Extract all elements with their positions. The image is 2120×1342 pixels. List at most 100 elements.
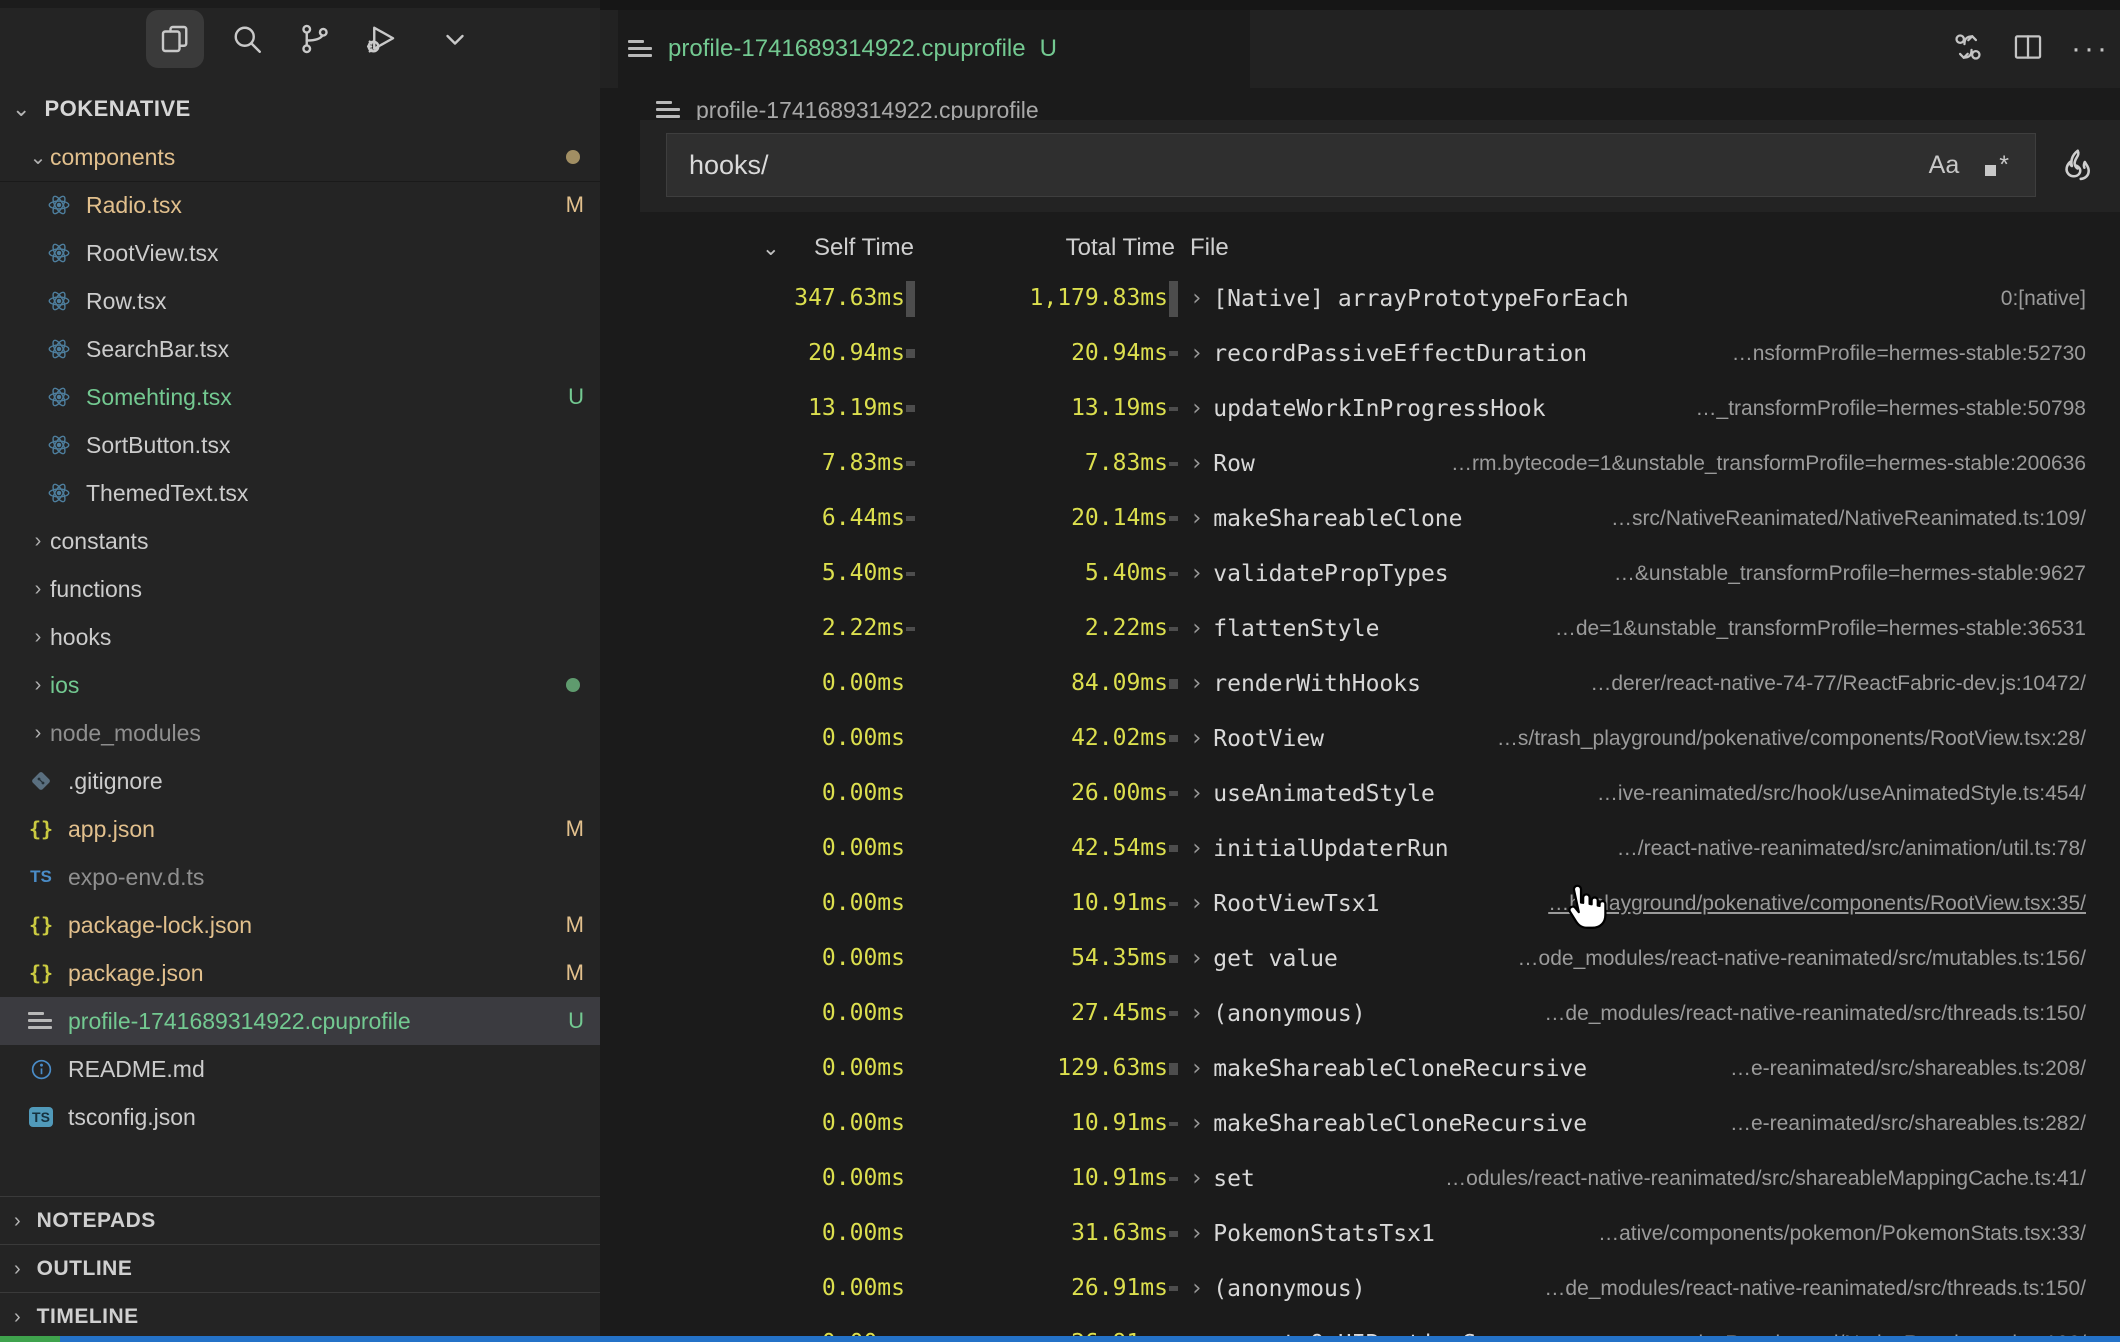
file-location-link[interactable]: …ode_modules/react-native-reanimated/src… — [1488, 947, 2086, 971]
column-self-time[interactable]: Self Time — [600, 234, 914, 262]
file-location-link[interactable]: …src/NativeReanimated/NativeReanimated.t… — [1581, 507, 2086, 531]
file-location-link[interactable]: 0:[native] — [1971, 287, 2086, 311]
file-item-package-json[interactable]: {}package.jsonM — [0, 949, 600, 997]
time-gauge-bar — [906, 461, 915, 466]
file-item-row-tsx[interactable]: Row.tsx — [0, 277, 600, 325]
profile-row[interactable]: 20.94ms20.94ms›recordPassiveEffectDurati… — [600, 326, 2120, 381]
tab-cpuprofile[interactable]: profile-1741689314922.cpuprofile U — [618, 10, 1250, 88]
chevron-right-icon[interactable]: › — [1190, 1111, 1203, 1136]
profile-row[interactable]: 347.63ms1,179.83ms›[Native] arrayPrototy… — [600, 271, 2120, 326]
chevron-right-icon[interactable]: › — [1190, 671, 1203, 696]
chevron-right-icon[interactable]: › — [1190, 396, 1203, 421]
profile-row[interactable]: 0.00ms10.91ms›RootViewTsx1…h_playground/… — [600, 876, 2120, 931]
column-file[interactable]: File — [1190, 234, 1229, 262]
file-location-link[interactable]: …s/trash_playground/pokenative/component… — [1467, 727, 2086, 751]
file-item-profile-1741689314922-cpuprofile[interactable]: profile-1741689314922.cpuprofileU — [0, 997, 600, 1045]
chevron-right-icon[interactable]: › — [1190, 836, 1203, 861]
profile-row[interactable]: 13.19ms13.19ms›updateWorkInProgressHook…… — [600, 381, 2120, 436]
profile-row[interactable]: 0.00ms129.63ms›makeShareableCloneRecursi… — [600, 1041, 2120, 1096]
file-item-sortbutton-tsx[interactable]: SortButton.tsx — [0, 421, 600, 469]
file-item-themedtext-tsx[interactable]: ThemedText.tsx — [0, 469, 600, 517]
explorer-root-header[interactable]: ⌄ POKENATIVE — [0, 84, 600, 133]
file-location-link[interactable]: …/react-native-reanimated/src/animation/… — [1587, 837, 2086, 861]
profile-row[interactable]: 5.40ms5.40ms›validatePropTypes…&unstable… — [600, 546, 2120, 601]
chevron-right-icon[interactable]: › — [1190, 946, 1203, 971]
profile-row[interactable]: 6.44ms20.14ms›makeShareableClone…src/Nat… — [600, 491, 2120, 546]
match-case-button[interactable]: Aa — [1929, 151, 1960, 180]
file-location-link[interactable]: …nsformProfile=hermes-stable:52730 — [1702, 342, 2086, 366]
file-item-searchbar-tsx[interactable]: SearchBar.tsx — [0, 325, 600, 373]
chevron-right-icon[interactable]: › — [1190, 286, 1203, 311]
profile-row[interactable]: 0.00ms10.91ms›set…odules/react-native-re… — [600, 1151, 2120, 1206]
folder-item-hooks[interactable]: ›hooks — [0, 613, 600, 661]
chevron-right-icon[interactable]: › — [1190, 781, 1203, 806]
explorer-icon[interactable] — [146, 10, 204, 68]
source-control-icon[interactable] — [286, 10, 344, 68]
section-notepads[interactable]: ›NOTEPADS — [0, 1196, 600, 1245]
file-location-link[interactable]: …rm.bytecode=1&unstable_transformProfile… — [1421, 452, 2086, 476]
file-location-link[interactable]: …&unstable_transformProfile=hermes-stabl… — [1584, 562, 2086, 586]
chevron-right-icon[interactable]: › — [1190, 1056, 1203, 1081]
folder-item-node-modules[interactable]: ›node_modules — [0, 709, 600, 757]
chevron-right-icon[interactable]: › — [1190, 616, 1203, 641]
chevron-right-icon[interactable]: › — [1190, 891, 1203, 916]
section-outline[interactable]: ›OUTLINE — [0, 1244, 600, 1293]
file-location-link[interactable]: …e-reanimated/src/shareables.ts:282/ — [1700, 1112, 2086, 1136]
profile-row[interactable]: 0.00ms10.91ms›makeShareableCloneRecursiv… — [600, 1096, 2120, 1151]
chevron-right-icon[interactable]: › — [1190, 561, 1203, 586]
chevron-right-icon[interactable]: › — [1190, 1166, 1203, 1191]
file-location-link[interactable]: …odules/react-native-reanimated/src/shar… — [1415, 1167, 2086, 1191]
file-location-link[interactable]: …e-reanimated/src/shareables.ts:208/ — [1700, 1057, 2086, 1081]
profile-row[interactable]: 0.00ms84.09ms›renderWithHooks…derer/reac… — [600, 656, 2120, 711]
file-location-link[interactable]: …de=1&unstable_transformProfile=hermes-s… — [1525, 617, 2086, 641]
split-editor-icon[interactable] — [2011, 30, 2045, 69]
chevron-right-icon[interactable]: › — [1190, 451, 1203, 476]
chevron-right-icon[interactable]: › — [1190, 341, 1203, 366]
chevron-right-icon[interactable]: › — [1190, 506, 1203, 531]
file-location-link[interactable]: …_transformProfile=hermes-stable:50798 — [1666, 397, 2086, 421]
more-views-icon[interactable] — [426, 10, 484, 68]
profile-row[interactable]: 0.00ms54.35ms›get value…ode_modules/reac… — [600, 931, 2120, 986]
profile-row[interactable]: 0.00ms42.02ms›RootView…s/trash_playgroun… — [600, 711, 2120, 766]
file-item-radio-tsx[interactable]: Radio.tsxM — [0, 181, 600, 229]
file-location-link[interactable]: …ative/components/pokemon/PokemonStats.t… — [1568, 1222, 2086, 1246]
folder-item-components[interactable]: ⌄components — [0, 133, 600, 181]
run-debug-icon[interactable] — [352, 10, 410, 68]
time-gauge-bar — [1169, 516, 1178, 521]
folder-item-functions[interactable]: ›functions — [0, 565, 600, 613]
filter-input[interactable]: hooks/ Aa * — [666, 133, 2036, 197]
search-icon[interactable] — [218, 10, 276, 68]
profile-row[interactable]: 0.00ms26.91ms›(anonymous)…de_modules/rea… — [600, 1261, 2120, 1316]
profile-row[interactable]: 0.00ms42.54ms›initialUpdaterRun…/react-n… — [600, 821, 2120, 876]
more-actions-icon[interactable]: ··· — [2071, 44, 2110, 54]
file-item-rootview-tsx[interactable]: RootView.tsx — [0, 229, 600, 277]
profile-row[interactable]: 2.22ms2.22ms›flattenStyle…de=1&unstable_… — [600, 601, 2120, 656]
file-item-readme-md[interactable]: README.md — [0, 1045, 600, 1093]
file-location-link[interactable]: …derer/react-native-74-77/ReactFabric-de… — [1560, 672, 2086, 696]
file-location-link[interactable]: …h_playground/pokenative/components/Root… — [1518, 892, 2086, 916]
file-item-tsconfig-json[interactable]: TStsconfig.json — [0, 1093, 600, 1141]
file-item--gitignore[interactable]: .gitignore — [0, 757, 600, 805]
section-timeline[interactable]: ›TIMELINE — [0, 1292, 600, 1341]
file-location-link[interactable]: …de_modules/react-native-reanimated/src/… — [1514, 1002, 2086, 1026]
file-item-expo-env-d-ts[interactable]: TSexpo-env.d.ts — [0, 853, 600, 901]
chevron-right-icon[interactable]: › — [1190, 1276, 1203, 1301]
profile-row[interactable]: 7.83ms7.83ms›Row…rm.bytecode=1&unstable_… — [600, 436, 2120, 491]
file-item-app-json[interactable]: {}app.jsonM — [0, 805, 600, 853]
file-item-somehting-tsx[interactable]: Somehting.tsxU — [0, 373, 600, 421]
open-changes-icon[interactable] — [1951, 30, 1985, 69]
flame-graph-button[interactable] — [2052, 140, 2102, 190]
chevron-right-icon[interactable]: › — [1190, 1221, 1203, 1246]
file-location-link[interactable]: …de_modules/react-native-reanimated/src/… — [1514, 1277, 2086, 1301]
chevron-right-icon[interactable]: › — [1190, 1001, 1203, 1026]
profile-row[interactable]: 0.00ms27.45ms›(anonymous)…de_modules/rea… — [600, 986, 2120, 1041]
profile-row[interactable]: 0.00ms26.00ms›useAnimatedStyle…ive-reani… — [600, 766, 2120, 821]
file-item-package-lock-json[interactable]: {}package-lock.jsonM — [0, 901, 600, 949]
file-location-link[interactable]: …ive-reanimated/src/hook/useAnimatedStyl… — [1567, 782, 2086, 806]
regex-button[interactable]: * — [1985, 151, 2009, 180]
folder-item-ios[interactable]: ›ios — [0, 661, 600, 709]
folder-item-constants[interactable]: ›constants — [0, 517, 600, 565]
chevron-right-icon[interactable]: › — [1190, 726, 1203, 751]
profile-row[interactable]: 0.00ms31.63ms›PokemonStatsTsx1…ative/com… — [600, 1206, 2120, 1261]
column-total-time[interactable]: Total Time — [920, 234, 1175, 262]
